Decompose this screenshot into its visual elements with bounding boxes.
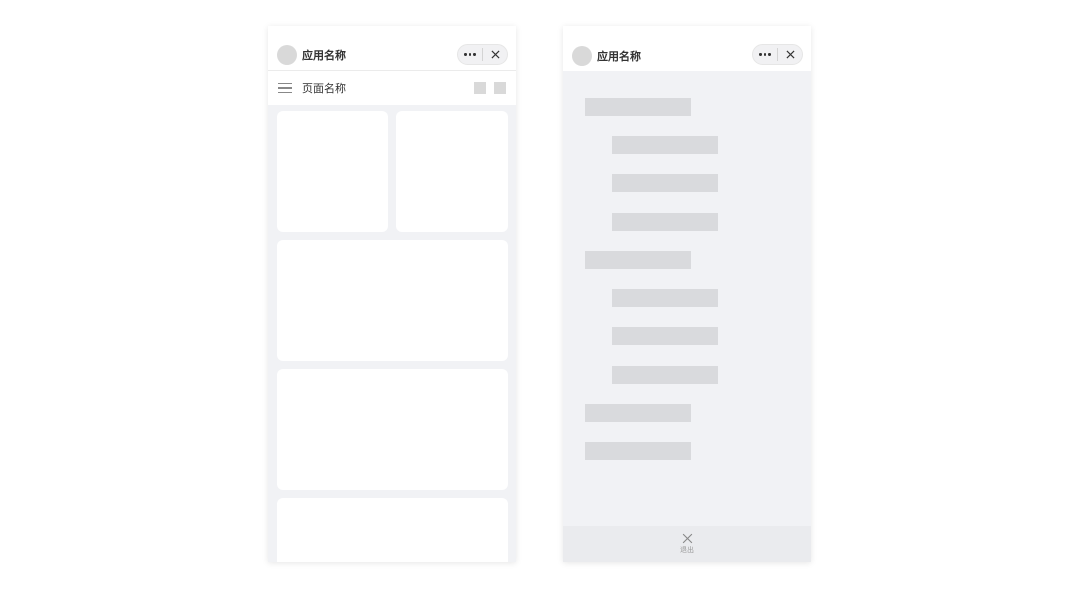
app-header: 应用名称 xyxy=(268,40,516,71)
more-icon xyxy=(759,53,771,56)
exit-button[interactable]: 退出 xyxy=(563,526,811,562)
more-button[interactable] xyxy=(753,45,777,64)
menu-item-placeholder[interactable] xyxy=(612,174,718,192)
page-header: 页面名称 xyxy=(268,71,516,105)
menu-item-placeholder[interactable] xyxy=(612,366,718,384)
app-header: 应用名称 xyxy=(563,40,811,71)
status-bar xyxy=(268,26,516,40)
content-card[interactable] xyxy=(277,369,508,490)
menu-item-placeholder[interactable] xyxy=(612,327,718,345)
more-icon xyxy=(464,53,476,56)
content-card[interactable] xyxy=(277,240,508,361)
app-icon xyxy=(277,45,297,65)
mini-app-capsule xyxy=(457,44,508,65)
menu-icon[interactable] xyxy=(278,82,292,94)
app-name: 应用名称 xyxy=(302,49,346,62)
toolbar-action-1[interactable] xyxy=(474,82,486,94)
menu-group-placeholder[interactable] xyxy=(585,251,691,269)
content-card[interactable] xyxy=(396,111,508,232)
close-button[interactable] xyxy=(778,45,802,64)
menu-group-placeholder[interactable] xyxy=(585,442,691,460)
menu-group-placeholder[interactable] xyxy=(585,404,691,422)
menu-item-placeholder[interactable] xyxy=(612,213,718,231)
status-bar xyxy=(563,26,811,40)
app-screen-page: 应用名称 页面名称 xyxy=(268,26,516,562)
page-title: 页面名称 xyxy=(302,82,346,95)
mini-app-capsule xyxy=(752,44,803,65)
menu-item-placeholder[interactable] xyxy=(612,136,718,154)
more-button[interactable] xyxy=(458,45,482,64)
exit-label: 退出 xyxy=(680,546,694,554)
content-card[interactable] xyxy=(277,498,508,562)
close-icon xyxy=(490,50,500,59)
menu-group-placeholder[interactable] xyxy=(585,98,691,116)
toolbar-action-2[interactable] xyxy=(494,82,506,94)
close-icon xyxy=(785,50,795,59)
menu-item-placeholder[interactable] xyxy=(612,289,718,307)
app-screen-menu: 应用名称 退出 xyxy=(563,26,811,562)
content-card[interactable] xyxy=(277,111,388,232)
app-name: 应用名称 xyxy=(597,49,641,63)
close-button[interactable] xyxy=(483,45,507,64)
close-icon xyxy=(682,533,692,544)
app-icon xyxy=(572,45,592,66)
